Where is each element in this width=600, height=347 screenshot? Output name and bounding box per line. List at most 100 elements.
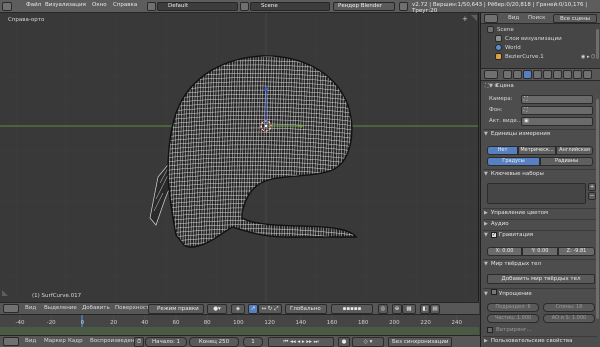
panel-keying-sets-header[interactable]: ▼ Ключевые наборы xyxy=(484,170,596,179)
panel-title: Мир твёрдых тел xyxy=(490,261,541,267)
start-frame-field[interactable]: Начало: 1 xyxy=(145,337,187,347)
units-none-button[interactable]: Нет xyxy=(487,146,518,155)
render-animation-icon[interactable]: ▤ xyxy=(430,304,440,314)
panel-custom-properties-header[interactable]: ▶ Пользовательские свойства xyxy=(484,337,596,346)
editor-type-properties-icon[interactable] xyxy=(484,70,498,79)
collapse-triangle-icon: ▼ xyxy=(489,83,493,89)
gravity-y-field[interactable]: Y: 0.00 xyxy=(522,247,558,256)
active-clip-field[interactable]: ▣ xyxy=(521,117,593,126)
3d-viewport[interactable]: + Справа-орто (1) SurfCurve.017 xyxy=(0,13,479,302)
background-set-field[interactable]: ⛶ xyxy=(521,106,593,115)
visibility-toggles[interactable]: ◉ ▸ ⬡ xyxy=(581,53,595,61)
snap-element-select[interactable]: ▦ xyxy=(402,304,416,314)
transform-orientation-select[interactable]: Глобально xyxy=(285,304,327,314)
gravity-z-field[interactable]: Z: -9.81 xyxy=(558,247,595,256)
remove-keying-set-button[interactable]: − xyxy=(588,192,596,200)
simplify-particles-field[interactable]: Частиц: 1.000 xyxy=(487,314,539,323)
tab-world-icon[interactable] xyxy=(533,70,542,79)
editor-type-icon[interactable] xyxy=(2,2,12,11)
viewport-canvas[interactable]: + xyxy=(0,13,479,302)
panel-gravity-header[interactable]: ▼ ✓ Гравитация xyxy=(484,231,596,240)
collapse-triangle-icon: ▼ xyxy=(484,232,488,238)
screen-layout-field[interactable]: Default xyxy=(157,2,238,11)
panel-color-management-header[interactable]: ▶ Управление цветом xyxy=(484,209,596,218)
render-preview-icon[interactable]: ◧ xyxy=(420,304,430,314)
tab-material-icon[interactable] xyxy=(583,70,592,79)
tab-layers-icon[interactable] xyxy=(513,70,522,79)
proportional-edit-icon[interactable]: ◎ xyxy=(378,304,388,314)
end-frame-field[interactable]: Конец 250 xyxy=(189,337,239,347)
menu-surface[interactable]: Поверхность xyxy=(115,304,152,312)
add-rigid-body-world-button[interactable]: Добавить мир твёрдых тел xyxy=(487,274,595,284)
panel-audio-header[interactable]: ▶ Аудио xyxy=(484,220,596,229)
screen-layout-icon[interactable] xyxy=(147,2,156,11)
outliner-scrollbar[interactable] xyxy=(596,29,599,59)
tab-scene-icon[interactable] xyxy=(523,70,532,79)
tab-data-icon[interactable] xyxy=(573,70,582,79)
outliner-search-menu[interactable]: Поиск xyxy=(528,14,545,22)
panel-scene-header[interactable]: ▼ Сцена xyxy=(489,82,600,91)
use-preview-range-icon[interactable]: ⏱ xyxy=(134,337,144,347)
menu-add[interactable]: Добавить xyxy=(82,304,110,312)
tab-modifiers-icon[interactable] xyxy=(563,70,572,79)
area-split-corner-icon[interactable] xyxy=(2,290,8,296)
outliner-display-mode-select[interactable]: Все сцены xyxy=(553,14,597,23)
layer-buttons[interactable]: ▪▪▪▪▪ xyxy=(331,304,373,314)
editor-type-3dview-icon[interactable] xyxy=(3,304,19,313)
outliner-view-menu[interactable]: Вид xyxy=(508,14,519,22)
gravity-checkbox[interactable]: ✓ xyxy=(490,232,497,238)
scene-icon[interactable] xyxy=(240,2,249,11)
add-keying-set-button[interactable]: + xyxy=(588,183,596,191)
toolshelf-plus-icon[interactable]: + xyxy=(462,15,468,23)
sync-mode-select[interactable]: Без синхронизации xyxy=(388,337,452,347)
area-split-corner-right-icon[interactable] xyxy=(471,15,477,21)
viewport-shading-select[interactable]: ●▾ xyxy=(207,304,227,314)
simplify-ao-sss-field[interactable]: AO и S: 1.000 xyxy=(543,314,595,323)
menu-marker[interactable]: Маркер xyxy=(44,337,66,345)
angles-radians-button[interactable]: Радианы xyxy=(540,157,593,166)
menu-timeline-view[interactable]: Вид xyxy=(25,337,36,345)
menu-render[interactable]: Визуализация xyxy=(45,2,86,8)
tab-constraints-icon[interactable] xyxy=(553,70,562,79)
current-frame-field[interactable]: 1 xyxy=(243,337,263,347)
auto-keying-icon[interactable]: ● xyxy=(338,337,350,347)
menu-window[interactable]: Окно xyxy=(92,2,107,8)
simplify-checkbox[interactable] xyxy=(490,289,497,295)
units-metric-button[interactable]: Метрическ... xyxy=(518,146,556,155)
menu-file[interactable]: Файл xyxy=(26,2,41,8)
panel-title: Управление цветом xyxy=(490,210,549,216)
timeline-tick-label: 220 xyxy=(420,320,431,326)
panel-units-header[interactable]: ▼ Единицы измерения xyxy=(484,130,596,139)
snap-toggle-icon[interactable]: ⊕ xyxy=(392,304,402,314)
editor-type-outliner-icon[interactable] xyxy=(484,14,498,23)
playback-controls[interactable]: ⏮ ◂◂ ◂ ▸ ▸▸ ⏭ xyxy=(268,337,334,347)
manipulator-type-buttons[interactable]: ↔ ↻ ⤢ xyxy=(258,304,282,314)
panel-rigid-body-header[interactable]: ▼ Мир твёрдых тел xyxy=(484,260,596,269)
keyframe-type-select[interactable]: ◇ ▾ xyxy=(352,337,384,347)
panel-title: Гравитация xyxy=(498,232,534,238)
menu-view[interactable]: Вид xyxy=(25,304,36,312)
panel-simplify-header[interactable]: ▼ Упрощение xyxy=(484,289,596,298)
pivot-point-select[interactable]: ◈ xyxy=(231,304,245,314)
scene-field[interactable]: Scene xyxy=(250,2,330,11)
properties-editor[interactable]: ⛶ ▸ ⚙ ▼ Сцена Камера: ⛶ Фон: ⛶ Акт. виде.… xyxy=(480,68,600,347)
keying-sets-list[interactable] xyxy=(487,183,586,204)
editor-type-timeline-icon[interactable] xyxy=(3,337,19,346)
timeline-ruler[interactable]: -40-200204060801001201401601802002202402… xyxy=(0,315,479,327)
manipulator-toggle[interactable]: ↗ xyxy=(248,304,258,314)
simplify-subdivision-field[interactable]: Подраздел: 6 xyxy=(487,303,539,312)
tab-render-icon[interactable] xyxy=(503,70,512,79)
camera-field[interactable]: ⛶ xyxy=(521,95,593,104)
mode-select[interactable]: Режим правки xyxy=(148,304,204,314)
properties-scrollbar[interactable] xyxy=(596,99,599,319)
outliner[interactable]: Вид Поиск Все сцены Scene Слои визуализа… xyxy=(480,13,600,68)
units-imperial-button[interactable]: Английская xyxy=(556,146,593,155)
menu-help[interactable]: Справка xyxy=(113,2,137,8)
gravity-x-field[interactable]: X: 0.00 xyxy=(487,247,522,256)
tab-object-icon[interactable] xyxy=(543,70,552,79)
angles-degrees-button[interactable]: Градусы xyxy=(487,157,540,166)
menu-select[interactable]: Выделение xyxy=(44,304,77,312)
menu-frame[interactable]: Кадр xyxy=(68,337,83,345)
simplify-child-particles-field[interactable]: Спины: 16 xyxy=(543,303,595,312)
render-engine-select[interactable]: Рендер Blender xyxy=(333,2,395,11)
